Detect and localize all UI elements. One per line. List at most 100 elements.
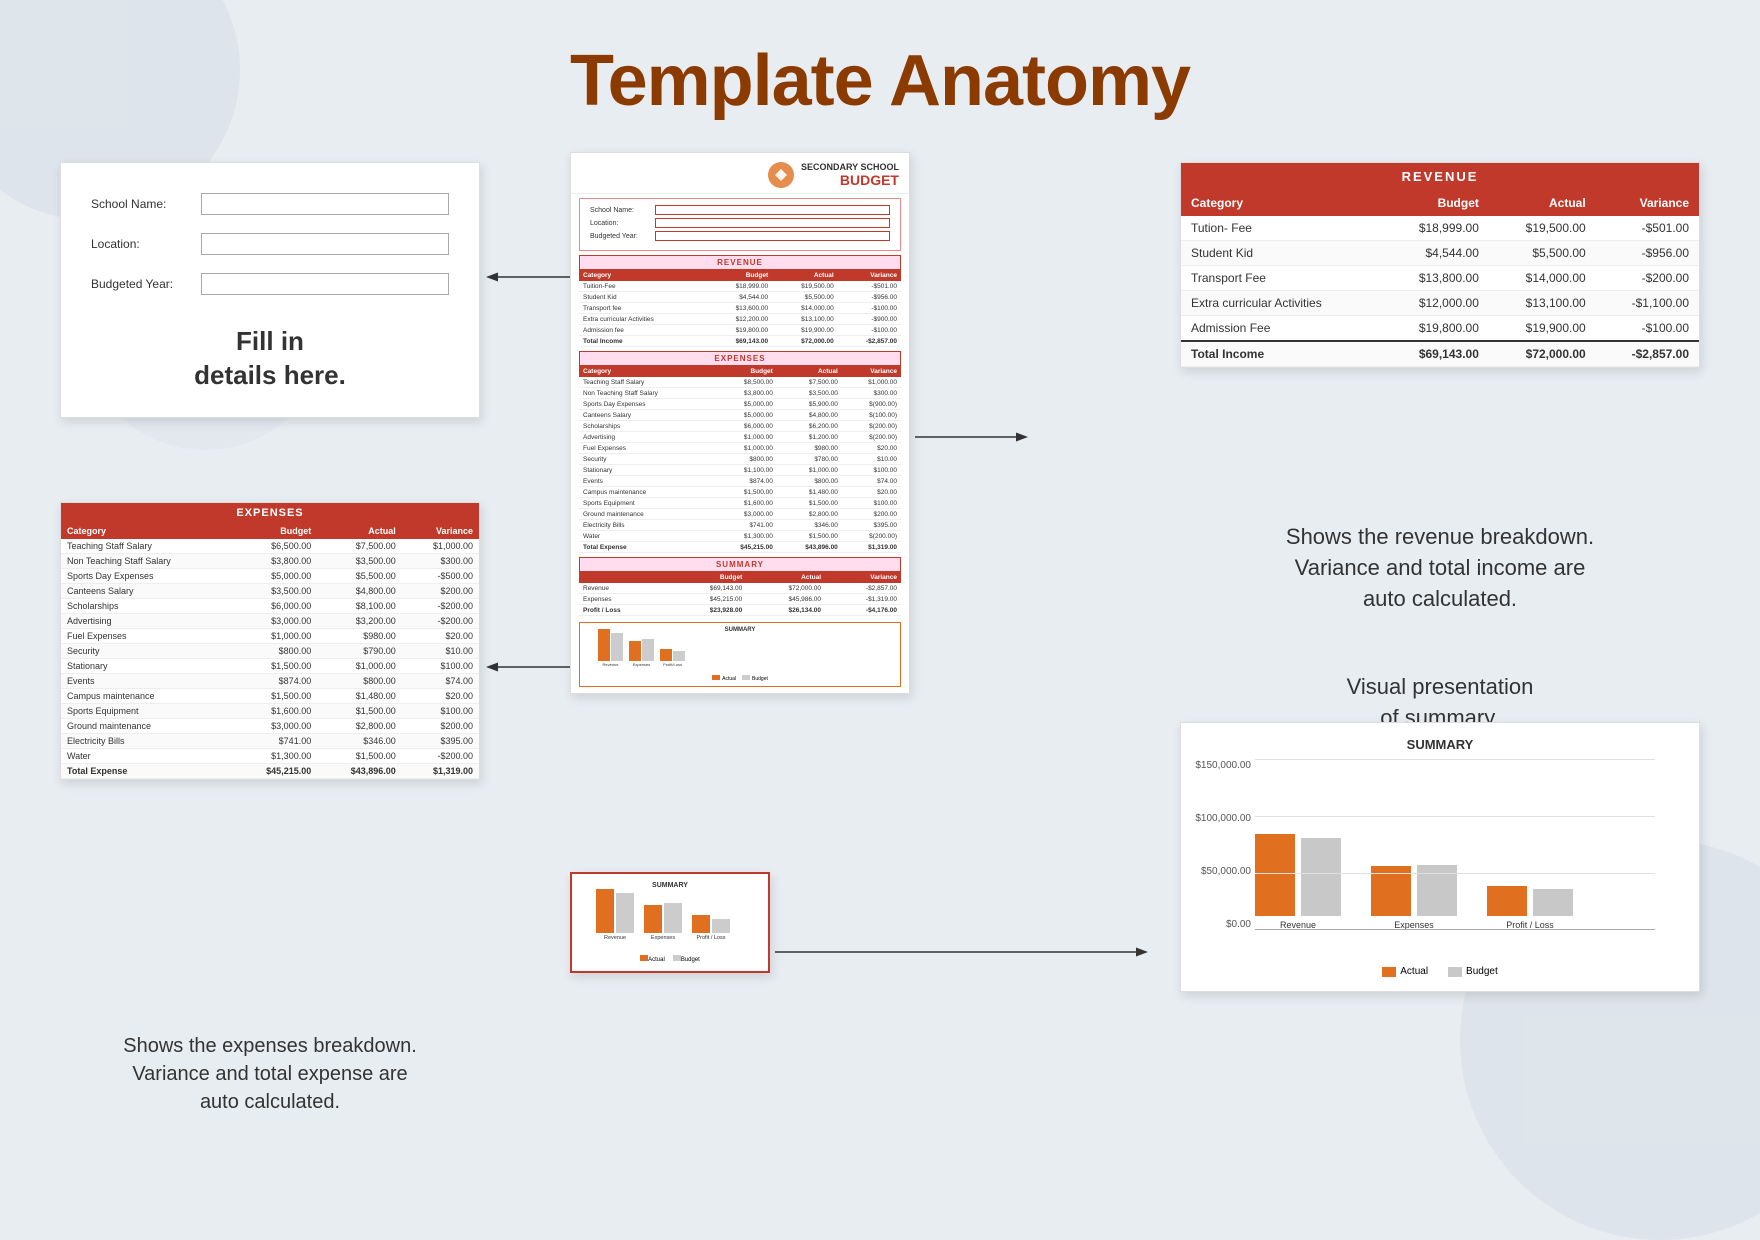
budget-mini-td: $4,544.00 bbox=[707, 292, 773, 303]
budget-mini-td: $14,000.00 bbox=[772, 303, 838, 314]
form-row-year: Budgeted Year: bbox=[91, 273, 449, 295]
budget-mini-td: $100.00 bbox=[842, 465, 901, 476]
expenses-cell: $3,500.00 bbox=[233, 584, 318, 599]
revenue-td: -$501.00 bbox=[1596, 216, 1699, 241]
budget-mini-td: $1,319.00 bbox=[842, 542, 901, 553]
budget-mini-td: $1,000.00 bbox=[712, 432, 777, 443]
expenses-table: Category Budget Actual Variance Teaching… bbox=[61, 523, 479, 779]
expenses-cell: $1,319.00 bbox=[402, 764, 479, 779]
revenue-td: -$100.00 bbox=[1596, 316, 1699, 342]
form-card: School Name: Location: Budgeted Year: Fi… bbox=[60, 162, 480, 418]
budget-mini-td: $(900.00) bbox=[842, 399, 901, 410]
revenue-td: Student Kid bbox=[1181, 241, 1382, 266]
budget-mini-td: Canteens Salary bbox=[579, 410, 712, 421]
budget-mini-td: $45,215.00 bbox=[668, 594, 747, 605]
mini-bar-expenses-actual bbox=[644, 905, 662, 933]
expenses-cell: $980.00 bbox=[317, 629, 402, 644]
page-title: Template Anatomy bbox=[0, 0, 1760, 142]
budget-school-name: SECONDARY SCHOOL bbox=[801, 162, 899, 172]
mini-bar-revenue: Revenue bbox=[596, 889, 634, 941]
budget-mini-td: -$956.00 bbox=[838, 292, 901, 303]
chart-bar-pair-bars bbox=[1487, 886, 1573, 916]
budget-mini-td: Stationary bbox=[579, 465, 712, 476]
budget-mini-td: $1,500.00 bbox=[712, 487, 777, 498]
chart-bar-col: Expenses bbox=[1371, 865, 1457, 930]
y-label-150k: $150,000.00 bbox=[1195, 760, 1251, 771]
revenue-td: Transport Fee bbox=[1181, 266, 1382, 291]
revenue-card-title: REVENUE bbox=[1181, 163, 1699, 190]
expenses-cell: $3,500.00 bbox=[317, 554, 402, 569]
budget-mini-th: Variance bbox=[842, 366, 901, 377]
mini-bar-profit-actual bbox=[692, 915, 710, 933]
revenue-td: $18,999.00 bbox=[1382, 216, 1489, 241]
revenue-td: -$200.00 bbox=[1596, 266, 1699, 291]
revenue-th: Category bbox=[1181, 190, 1382, 216]
budget-mini-td: Total Expense bbox=[579, 542, 712, 553]
budget-mini-td: $43,896.00 bbox=[777, 542, 842, 553]
budget-mini-td: -$4,176.00 bbox=[825, 605, 901, 616]
expenses-cell: Ground maintenance bbox=[61, 719, 233, 734]
chart-area: $0.00 $50,000.00 $100,000.00 $150,000.00… bbox=[1195, 760, 1685, 960]
budget-mini-chart-bars: Revenue Expenses Profit/Loss bbox=[584, 635, 896, 675]
bar-budget bbox=[1533, 889, 1573, 916]
expenses-cell: $395.00 bbox=[402, 734, 479, 749]
budget-expenses-table: CategoryBudgetActualVarianceTeaching Sta… bbox=[579, 366, 901, 553]
mini-bar-profit: Profit / Loss bbox=[692, 915, 730, 941]
chart-title: SUMMARY bbox=[1195, 737, 1685, 752]
expenses-cell: -$200.00 bbox=[402, 614, 479, 629]
budget-mini-td: $(200.00) bbox=[842, 421, 901, 432]
location-input[interactable] bbox=[201, 233, 449, 255]
bf-input-2[interactable] bbox=[655, 218, 890, 228]
form-row-location: Location: bbox=[91, 233, 449, 255]
budget-mini-td: $780.00 bbox=[777, 454, 842, 465]
budget-mini-td: $26,134.00 bbox=[746, 605, 825, 616]
mini-bar-profit-budget bbox=[712, 919, 730, 933]
budget-mini-td: $8,500.00 bbox=[712, 377, 777, 388]
budget-mini-td: $19,500.00 bbox=[772, 281, 838, 292]
expenses-cell: $3,200.00 bbox=[317, 614, 402, 629]
budget-mini-th: Budget bbox=[707, 270, 773, 281]
year-input[interactable] bbox=[201, 273, 449, 295]
budget-mini-td: Water bbox=[579, 531, 712, 542]
revenue-td: -$956.00 bbox=[1596, 241, 1699, 266]
expenses-cell: $7,500.00 bbox=[317, 539, 402, 554]
budget-mini-td: $45,986.00 bbox=[746, 594, 825, 605]
school-name-input[interactable] bbox=[201, 193, 449, 215]
expenses-cell: $1,480.00 bbox=[317, 689, 402, 704]
bf-input-3[interactable] bbox=[655, 231, 890, 241]
budget-mini-td: -$2,857.00 bbox=[825, 583, 901, 594]
budget-mini-td: $18,999.00 bbox=[707, 281, 773, 292]
expenses-cell: $5,000.00 bbox=[233, 569, 318, 584]
revenue-th: Variance bbox=[1596, 190, 1699, 216]
budget-mini-td: $1,480.00 bbox=[777, 487, 842, 498]
budget-mini-td: $1,500.00 bbox=[777, 531, 842, 542]
mini-bar-revenue-actual bbox=[596, 889, 614, 933]
mini-chart-card: SUMMARY Revenue Expenses bbox=[570, 872, 770, 973]
mini-bar-expenses-budget bbox=[664, 903, 682, 933]
budget-mini-td: $(200.00) bbox=[842, 432, 901, 443]
budget-mini-th: Budget bbox=[712, 366, 777, 377]
budget-mini-td: Sports Equipment bbox=[579, 498, 712, 509]
expenses-cell: $6,500.00 bbox=[233, 539, 318, 554]
y-label-0: $0.00 bbox=[1195, 919, 1251, 930]
expenses-cell: $8,100.00 bbox=[317, 599, 402, 614]
budget-mini-td: Student Kid bbox=[579, 292, 707, 303]
expenses-cell: $45,215.00 bbox=[233, 764, 318, 779]
expenses-cell: $43,896.00 bbox=[317, 764, 402, 779]
expenses-card: EXPENSES Category Budget Actual Variance… bbox=[60, 502, 480, 780]
grid-line-100k bbox=[1255, 816, 1655, 817]
expenses-caption: Shows the expenses breakdown.Variance an… bbox=[60, 1032, 480, 1116]
expenses-col-actual: Actual bbox=[317, 523, 402, 539]
budget-mini-td: $5,900.00 bbox=[777, 399, 842, 410]
bar-budget bbox=[1301, 838, 1341, 916]
budget-mini-th: Actual bbox=[772, 270, 838, 281]
budget-mini-td: $3,800.00 bbox=[712, 388, 777, 399]
bf-input-1[interactable] bbox=[655, 205, 890, 215]
expenses-cell: $1,500.00 bbox=[233, 689, 318, 704]
grid-line-150k bbox=[1255, 759, 1655, 760]
budget-mini-legend: Actual Budget bbox=[584, 675, 896, 682]
budget-mini-td: $72,000.00 bbox=[746, 583, 825, 594]
budget-mini-td: $20.00 bbox=[842, 443, 901, 454]
budget-mini-td: $1,300.00 bbox=[712, 531, 777, 542]
revenue-td: Total Income bbox=[1181, 341, 1382, 367]
